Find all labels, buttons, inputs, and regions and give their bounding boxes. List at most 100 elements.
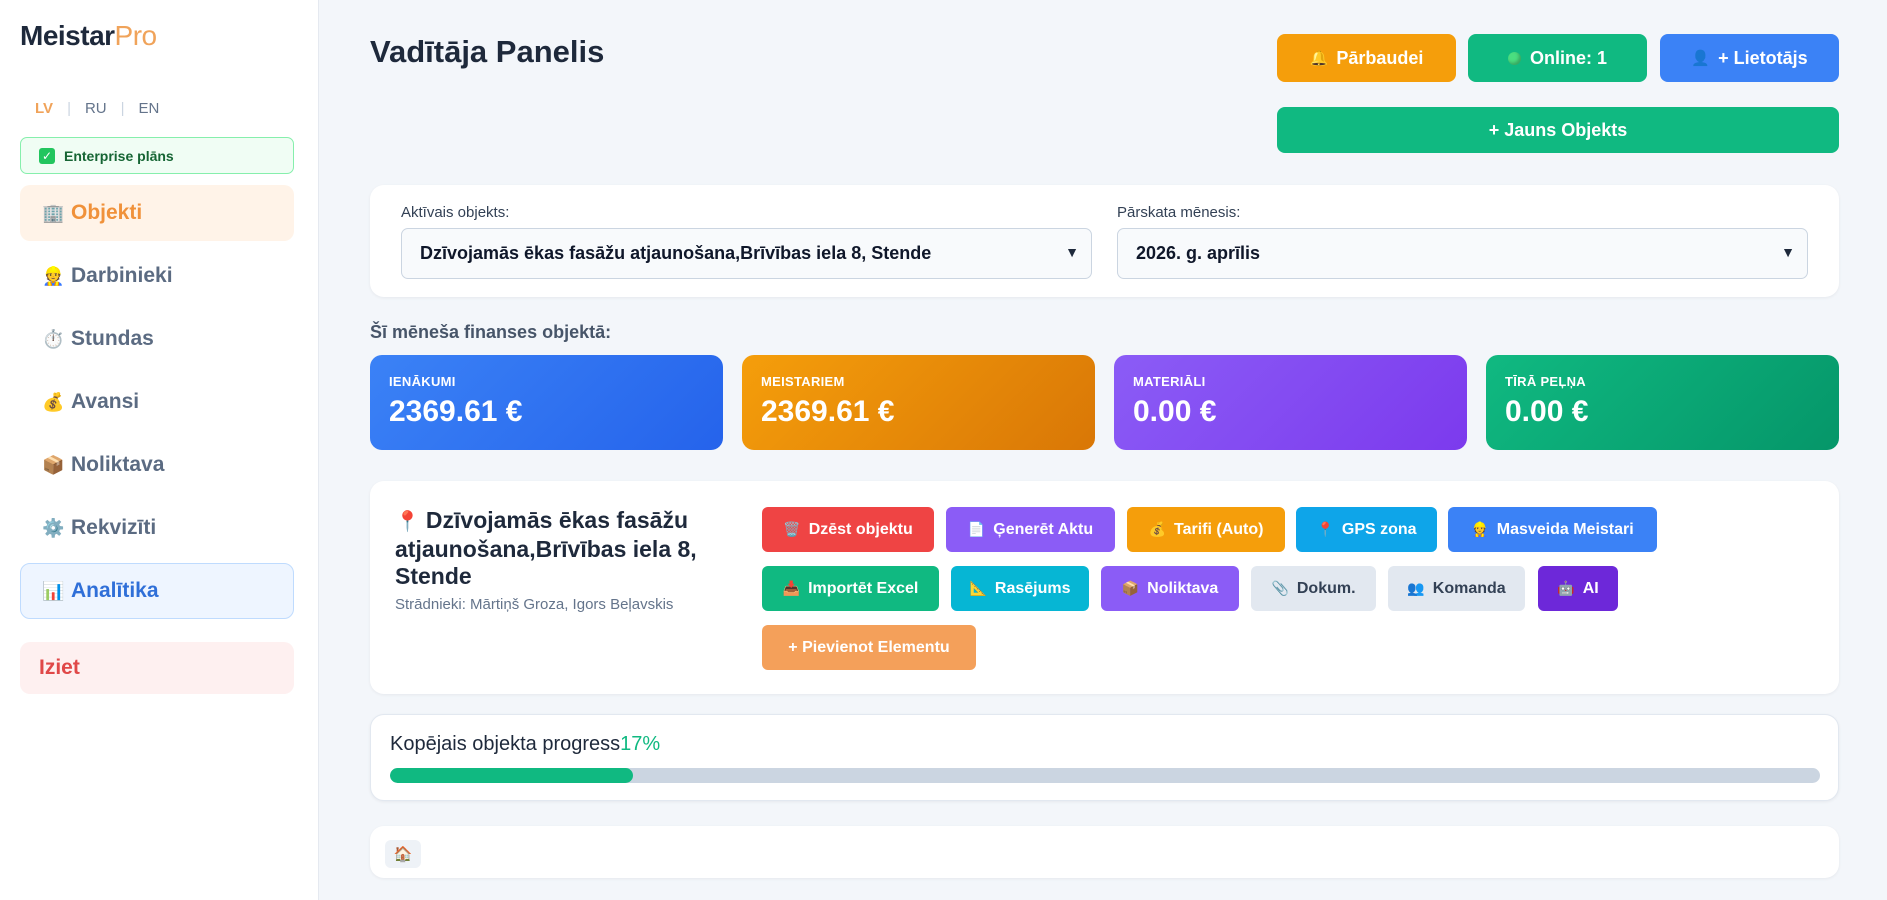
- robot-icon: 🤖: [1557, 580, 1575, 596]
- check-icon: ✓: [39, 147, 55, 164]
- money-bag-icon: 💰: [1148, 521, 1166, 537]
- finance-section-title: Šī mēneša finanses objektā:: [370, 322, 612, 342]
- sidebar-item-darbinieki[interactable]: 👷 Darbinieki: [20, 248, 294, 304]
- worker-icon: 👷: [1471, 521, 1489, 537]
- profit-value: 0.00 €: [1505, 395, 1589, 428]
- team-label: Komanda: [1432, 579, 1506, 597]
- sidebar-item-label: Noliktava: [71, 453, 165, 476]
- documents-button[interactable]: 📎 Dokum.: [1251, 566, 1376, 611]
- progress-card: Kopējais objekta progress17%: [370, 714, 1839, 801]
- sidebar-item-stundas[interactable]: ⏱️ Stundas: [20, 311, 294, 367]
- sidebar-item-label: Rekvizīti: [71, 516, 157, 539]
- package-icon: 📦: [42, 454, 65, 475]
- sidebar-item-objekti[interactable]: 🏢 Objekti: [20, 185, 294, 241]
- progress-percent: 17%: [620, 733, 661, 755]
- tariffs-label: Tarifi (Auto): [1173, 520, 1264, 538]
- object-select-value: Dzīvojamās ēkas fasāžu atjaunošana,Brīvī…: [420, 243, 932, 263]
- drawing-label: Rasējums: [994, 579, 1071, 597]
- profit-label: TĪRĀ PEĻŅA: [1505, 374, 1586, 389]
- add-user-button[interactable]: 👤 + Lietotājs: [1660, 34, 1839, 82]
- bar-chart-icon: 📊: [42, 580, 65, 601]
- generate-act-label: Ģenerēt Aktu: [993, 520, 1094, 538]
- object-select[interactable]: Dzīvojamās ēkas fasāžu atjaunošana,Brīvī…: [401, 228, 1092, 279]
- sidebar-item-avansi[interactable]: 💰 Avansi: [20, 374, 294, 430]
- ai-label: AI: [1582, 579, 1599, 597]
- materials-label: MATERIĀLI: [1133, 374, 1206, 389]
- import-excel-label: Importēt Excel: [808, 579, 919, 597]
- income-label: IENĀKUMI: [389, 374, 456, 389]
- home-icon[interactable]: 🏠: [385, 840, 421, 868]
- sidebar-item-analitika[interactable]: 📊 Analītika: [20, 563, 294, 619]
- sidebar-item-label: Darbinieki: [71, 264, 173, 287]
- income-value: 2369.61 €: [389, 395, 523, 428]
- team-icon: 👥: [1407, 580, 1425, 596]
- bulk-masters-button[interactable]: 👷 Masveida Meistari: [1448, 507, 1657, 552]
- object-select-label: Aktīvais objekts:: [401, 204, 510, 221]
- gps-zone-label: GPS zona: [1341, 520, 1417, 538]
- object-title-text: Dzīvojamās ēkas fasāžu atjaunošana,Brīvī…: [395, 507, 697, 589]
- lang-divider: |: [67, 100, 71, 117]
- sidebar-item-label: Avansi: [71, 390, 140, 413]
- drawing-button[interactable]: 📐 Rasējums: [951, 566, 1089, 611]
- month-select-value: 2026. g. aprīlis: [1136, 243, 1261, 263]
- chevron-down-icon: ▼: [1781, 244, 1795, 260]
- logout-button[interactable]: Iziet: [20, 642, 294, 694]
- sidebar-item-label: Stundas: [71, 327, 154, 350]
- masters-label: MEISTARIEM: [761, 374, 845, 389]
- online-dot-icon: [1507, 51, 1521, 65]
- progress-bar: [390, 768, 1820, 783]
- import-excel-button[interactable]: 📥 Importēt Excel: [762, 566, 939, 611]
- object-title: 📍 Dzīvojamās ēkas fasāžu atjaunošana,Brīv…: [395, 507, 725, 590]
- package-icon: 📦: [1121, 580, 1140, 596]
- materials-card: MATERIĀLI 0.00 €: [1114, 355, 1467, 450]
- online-button-label: Online: 1: [1529, 47, 1607, 68]
- progress-bar-fill: [390, 768, 634, 783]
- pin-icon: 📍: [395, 511, 420, 533]
- app-logo[interactable]: MeistarPro: [20, 20, 157, 52]
- generate-act-button[interactable]: 📄 Ģenerēt Aktu: [946, 507, 1115, 552]
- document-icon: 📄: [967, 521, 986, 537]
- pin-icon: 📍: [1316, 521, 1334, 537]
- sidebar-item-label: Analītika: [71, 579, 159, 602]
- documents-label: Dokum.: [1296, 579, 1356, 597]
- warehouse-label: Noliktava: [1147, 579, 1219, 597]
- materials-value: 0.00 €: [1133, 395, 1217, 428]
- month-select-label: Pārskata mēnesis:: [1117, 204, 1241, 221]
- team-button[interactable]: 👥 Komanda: [1388, 566, 1525, 611]
- new-object-button[interactable]: + Jauns Objekts: [1277, 107, 1839, 153]
- building-icon: 🏢: [42, 202, 65, 223]
- warehouse-button[interactable]: 📦 Noliktava: [1101, 566, 1239, 611]
- delete-object-label: Dzēst objektu: [808, 520, 913, 538]
- profit-card: TĪRĀ PEĻŅA 0.00 €: [1486, 355, 1839, 450]
- ai-button[interactable]: 🤖 AI: [1538, 566, 1618, 611]
- user-icon: 👤: [1691, 50, 1711, 67]
- chevron-down-icon: ▼: [1065, 244, 1079, 260]
- lang-ru[interactable]: RU: [85, 100, 107, 117]
- paperclip-icon: 📎: [1271, 580, 1289, 596]
- masters-card: MEISTARIEM 2369.61 €: [742, 355, 1095, 450]
- month-select[interactable]: 2026. g. aprīlis ▼: [1117, 228, 1808, 279]
- progress-title: Kopējais objekta progress17%: [390, 733, 660, 756]
- sidebar-item-noliktava[interactable]: 📦 Noliktava: [20, 437, 294, 493]
- add-element-button[interactable]: + Pievienot Elementu: [762, 625, 976, 670]
- bottom-card: 🏠: [370, 826, 1839, 878]
- lang-en[interactable]: EN: [139, 100, 160, 117]
- check-button[interactable]: 🔔 Pārbaudei: [1277, 34, 1456, 82]
- gps-zone-button[interactable]: 📍 GPS zona: [1296, 507, 1437, 552]
- sidebar: MeistarPro LV | RU | EN ✓ Enterprise plā…: [0, 0, 319, 900]
- sidebar-item-rekviziti[interactable]: ⚙️ Rekvizīti: [20, 500, 294, 556]
- delete-object-button[interactable]: 🗑️ Dzēst objektu: [762, 507, 934, 552]
- object-workers: Strādnieki: Mārtiņš Groza, Igors Beļavsk…: [395, 596, 674, 613]
- masters-value: 2369.61 €: [761, 395, 895, 428]
- plan-badge: ✓ Enterprise plāns: [20, 137, 294, 174]
- worker-icon: 👷: [42, 265, 65, 286]
- check-button-label: Pārbaudei: [1336, 47, 1424, 68]
- tariffs-button[interactable]: 💰 Tarifi (Auto): [1127, 507, 1285, 552]
- money-bag-icon: 💰: [42, 391, 65, 412]
- logo-accent: Pro: [114, 20, 158, 51]
- gear-icon: ⚙️: [42, 517, 65, 538]
- filters-card: Aktīvais objekts: Dzīvojamās ēkas fasāžu…: [370, 185, 1839, 297]
- lang-lv[interactable]: LV: [35, 100, 53, 117]
- language-switcher: LV | RU | EN: [35, 100, 159, 117]
- online-button[interactable]: Online: 1: [1468, 34, 1647, 82]
